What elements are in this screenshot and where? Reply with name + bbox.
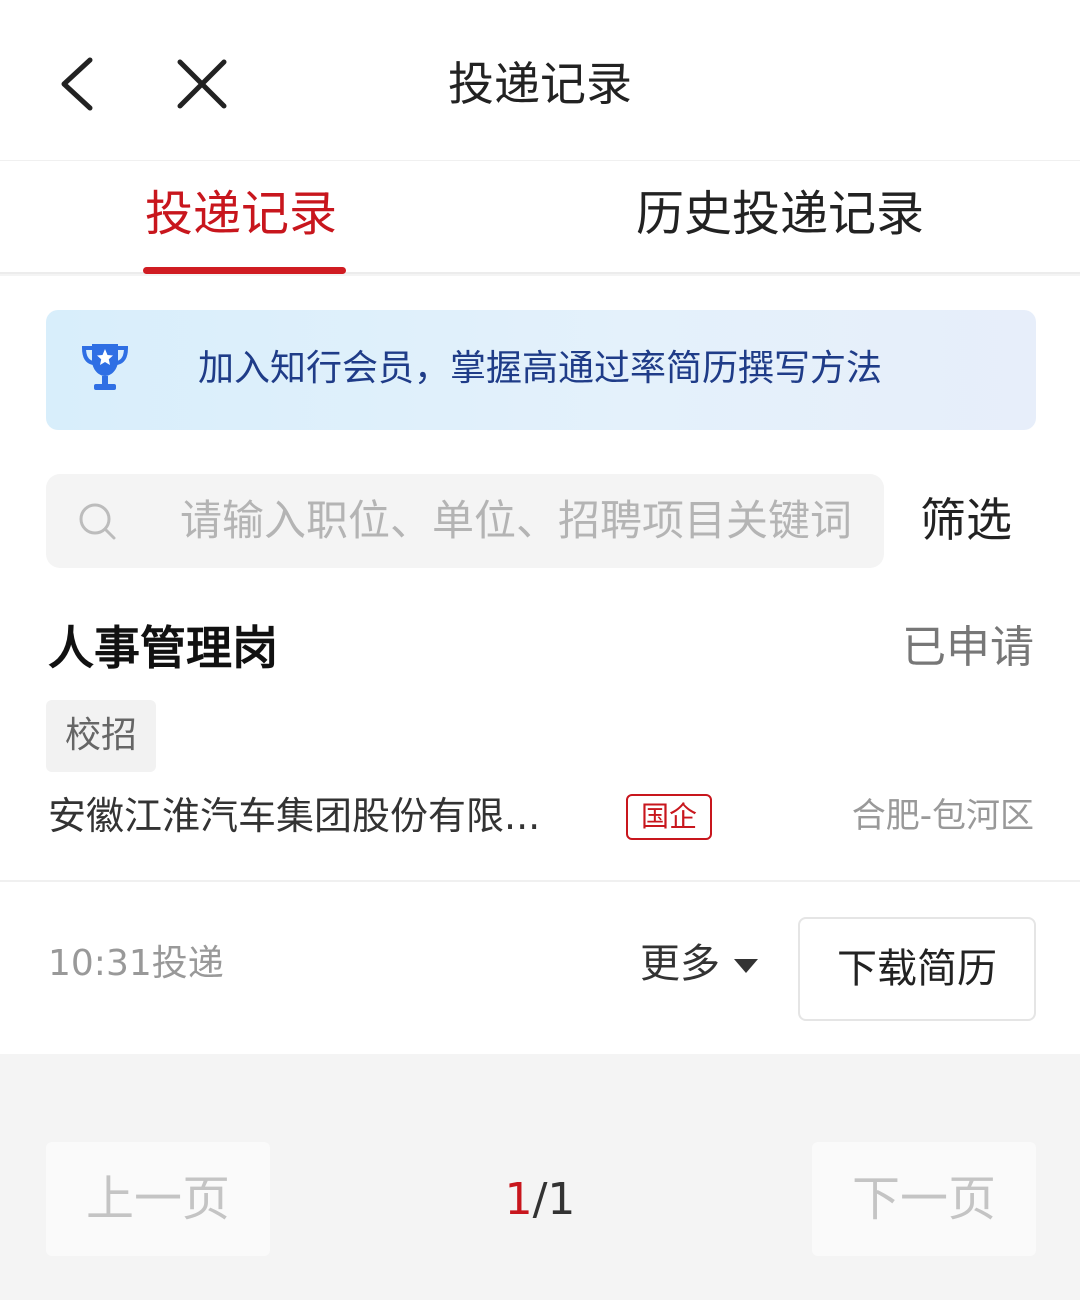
recruitment-type-tag: 校招 xyxy=(46,700,156,772)
trophy-icon xyxy=(81,344,129,390)
search-input[interactable]: 请输入职位、单位、招聘项目关键词 xyxy=(46,474,884,568)
banner-text: 加入知行会员，掌握高通过率简历撰写方法 xyxy=(198,348,883,389)
application-status: 已申请 xyxy=(902,622,1034,673)
active-tab-indicator xyxy=(143,267,346,274)
download-resume-button[interactable]: 下载简历 xyxy=(798,917,1036,1021)
tab-history-delivery-records[interactable]: 历史投递记录 xyxy=(636,181,924,247)
tab-delivery-records[interactable]: 投递记录 xyxy=(145,181,337,247)
current-page: 1 xyxy=(504,1174,533,1225)
job-location: 合肥-包河区 xyxy=(851,796,1034,836)
page-title: 投递记录 xyxy=(448,57,632,111)
more-dropdown[interactable]: 更多 xyxy=(640,936,758,992)
caret-down-icon xyxy=(734,959,758,973)
search-icon xyxy=(79,503,116,540)
total-pages: /1 xyxy=(532,1174,576,1225)
company-name: 安徽江淮汽车集团股份有限... xyxy=(48,794,541,838)
divider xyxy=(0,880,1080,882)
next-page-button[interactable]: 下一页 xyxy=(812,1142,1036,1256)
more-label: 更多 xyxy=(640,941,720,987)
content-area: 加入知行会员，掌握高通过率简历撰写方法 请输入职位、单位、招聘项目关键词 筛选 … xyxy=(0,276,1080,1054)
top-nav-bar: 投递记录 xyxy=(0,0,1080,160)
job-title[interactable]: 人事管理岗 xyxy=(48,616,278,680)
search-placeholder: 请输入职位、单位、招聘项目关键词 xyxy=(180,496,853,545)
company-type-badge: 国企 xyxy=(626,794,712,840)
delivery-time: 10:31投递 xyxy=(48,943,224,984)
membership-banner[interactable]: 加入知行会员，掌握高通过率简历撰写方法 xyxy=(46,310,1036,430)
tab-bar: 投递记录 历史投递记录 xyxy=(0,160,1080,274)
pagination: 上一页 1/1 下一页 xyxy=(0,1054,1080,1300)
filter-button[interactable]: 筛选 xyxy=(920,488,1012,552)
